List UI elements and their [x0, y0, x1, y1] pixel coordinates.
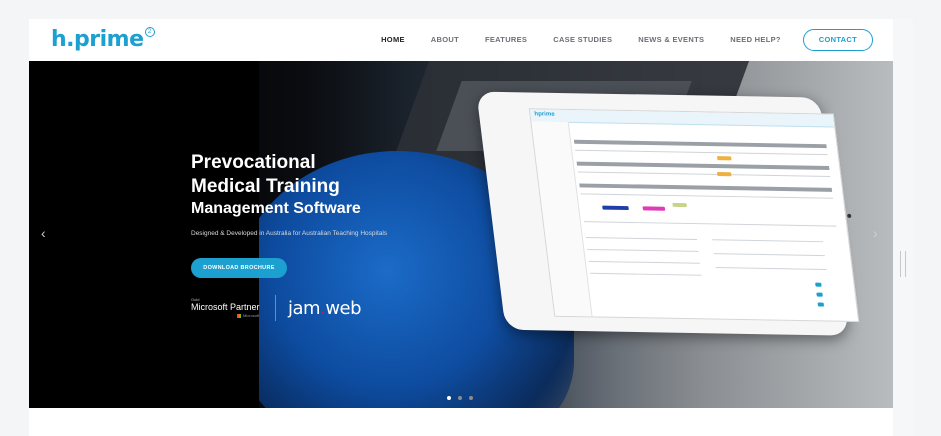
partner-sub-label: Microsoft: [243, 313, 260, 318]
hero-title-line-3: Management Software: [191, 200, 361, 217]
jamweb-logo-left: jam: [288, 297, 321, 319]
main-nav: HOME ABOUT FEATURES CASE STUDIES NEWS & …: [355, 29, 873, 51]
nav-features[interactable]: FEATURES: [485, 29, 527, 51]
app-list-line: [715, 267, 827, 270]
app-list-line: [588, 260, 700, 264]
page-scrollbar[interactable]: [893, 19, 913, 436]
app-chip-blue: [602, 205, 629, 211]
nav-news-events[interactable]: NEWS & EVENTS: [638, 29, 704, 51]
partner-divider: [275, 295, 276, 321]
nav-about[interactable]: ABOUT: [431, 29, 459, 51]
hero-text-block: Prevocational Medical Training Managemen…: [191, 151, 387, 237]
app-chip-orange: [716, 156, 732, 161]
logo-superscript: 2: [144, 27, 155, 37]
contact-button[interactable]: CONTACT: [802, 29, 873, 51]
app-list-line: [713, 253, 825, 257]
hero-title-line-2: Medical Training: [191, 176, 340, 197]
app-list-line: [590, 272, 702, 276]
app-chip-orange: [716, 171, 732, 177]
app-table-line: [577, 171, 831, 177]
app-header-bar: hprime: [529, 109, 835, 128]
page-frame: h.prime 2 HOME ABOUT FEATURES CASE STUDI…: [29, 19, 893, 436]
partner-name: Microsoft Partner: [191, 302, 260, 312]
partner-sub: Microsoft: [237, 313, 269, 319]
app-list-line: [712, 239, 824, 243]
app-table-line: [580, 193, 834, 199]
jamweb-logo-right: web: [325, 297, 362, 319]
logo-text: h.prime: [51, 27, 144, 52]
tablet-frame: hprime: [476, 91, 860, 336]
app-action-button: [815, 282, 822, 287]
app-chip-olive: [672, 202, 687, 208]
app-table-row: [579, 183, 833, 192]
jamweb-logo: jam.web: [288, 297, 362, 319]
slider-dot-3[interactable]: [469, 396, 473, 400]
nav-need-help[interactable]: NEED HELP?: [730, 29, 781, 51]
chevron-left-icon[interactable]: ‹: [41, 226, 46, 240]
tablet-screen: hprime: [528, 108, 860, 323]
hero-subtitle: Designed & Developed in Australia for Au…: [191, 230, 388, 237]
hero-slider: hprime Prevocational Medical Training Ma…: [29, 61, 893, 408]
app-action-button: [816, 292, 823, 297]
nav-home[interactable]: HOME: [381, 29, 405, 51]
slider-dot-1[interactable]: [447, 396, 451, 400]
app-logo: hprime: [534, 111, 556, 118]
partner-logos: Gold Microsoft Partner Microsoft jam.web: [191, 293, 362, 323]
scrollbar-handle[interactable]: [900, 251, 906, 277]
tablet-image: hprime: [446, 91, 860, 336]
tablet-home-button: [846, 213, 852, 218]
slider-dot-2[interactable]: [458, 396, 462, 400]
chevron-right-icon[interactable]: ›: [873, 226, 878, 240]
app-list-line: [587, 248, 699, 252]
app-table-row: [576, 161, 830, 170]
slider-pagination: [447, 396, 480, 400]
site-header: h.prime 2 HOME ABOUT FEATURES CASE STUDI…: [29, 19, 893, 61]
download-brochure-button[interactable]: DOWNLOAD BROCHURE: [191, 258, 287, 278]
app-chip-pink: [642, 206, 666, 211]
app-table-row: [573, 139, 827, 149]
app-action-button: [817, 302, 825, 307]
microsoft-icon: [237, 314, 241, 318]
microsoft-partner-logo: Gold Microsoft Partner Microsoft: [191, 297, 269, 319]
app-list-line: [585, 237, 698, 240]
app-table-line: [583, 221, 837, 227]
site-logo[interactable]: h.prime 2: [51, 25, 155, 55]
hero-title-line-1: Prevocational: [191, 152, 316, 173]
app-table-line: [575, 149, 828, 156]
content-section: [29, 408, 893, 436]
nav-case-studies[interactable]: CASE STUDIES: [553, 29, 612, 51]
